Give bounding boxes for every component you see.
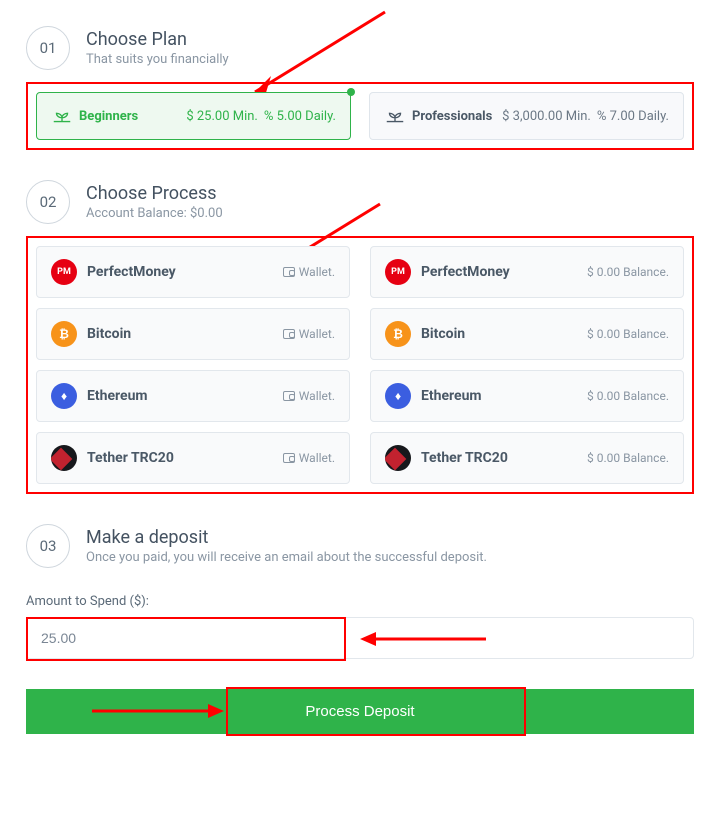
- processor-card-bitcoin-wallet[interactable]: ₿ Bitcoin Wallet.: [36, 308, 350, 360]
- processor-card-ethereum-balance[interactable]: ♦ Ethereum $ 0.00 Balance.: [370, 370, 684, 422]
- processor-card-tether-wallet[interactable]: Tether TRC20 Wallet.: [36, 432, 350, 484]
- processor-card-tether-balance[interactable]: Tether TRC20 $ 0.00 Balance.: [370, 432, 684, 484]
- amount-label: Amount to Spend ($):: [26, 594, 694, 609]
- step-number-2: 02: [26, 180, 70, 224]
- submit-row: Process Deposit: [26, 689, 694, 734]
- step-3-subtitle: Once you paid, you will receive an email…: [86, 550, 487, 565]
- step-1-subtitle: That suits you financially: [86, 52, 229, 67]
- processor-balance: $ 0.00 Balance.: [587, 327, 669, 341]
- ethereum-icon: ♦: [385, 383, 411, 409]
- processor-name: Ethereum: [421, 388, 577, 404]
- processor-balance: $ 0.00 Balance.: [587, 389, 669, 403]
- plant-icon: [51, 105, 73, 127]
- plans-container: Beginners $ 25.00 Min. % 5.00 Daily. Pro…: [26, 82, 694, 150]
- processor-card-ethereum-wallet[interactable]: ♦ Ethereum Wallet.: [36, 370, 350, 422]
- processor-card-bitcoin-balance[interactable]: ₿ Bitcoin $ 0.00 Balance.: [370, 308, 684, 360]
- processors-container: PM PerfectMoney Wallet. PM PerfectMoney …: [26, 236, 694, 494]
- processor-tag: Wallet.: [283, 389, 335, 403]
- step-number-1: 01: [26, 26, 70, 70]
- step-1-title: Choose Plan: [86, 29, 229, 51]
- step-1-header: 01 Choose Plan That suits you financiall…: [26, 26, 694, 70]
- wallet-icon: [283, 267, 295, 277]
- plan-name: Beginners: [79, 109, 180, 124]
- processor-balance: $ 0.00 Balance.: [587, 451, 669, 465]
- amount-group: [26, 617, 694, 659]
- processor-name: Bitcoin: [421, 326, 577, 342]
- perfectmoney-icon: PM: [385, 259, 411, 285]
- wallet-icon: [283, 453, 295, 463]
- processor-name: Bitcoin: [87, 326, 273, 342]
- processor-tag: Wallet.: [283, 265, 335, 279]
- plan-min: $ 25.00 Min.: [186, 109, 258, 124]
- plant-icon: [384, 105, 406, 127]
- plan-card-professionals[interactable]: Professionals $ 3,000.00 Min. % 7.00 Dai…: [369, 92, 684, 140]
- wallet-icon: [283, 391, 295, 401]
- processor-name: PerfectMoney: [421, 264, 577, 280]
- processor-tag: Wallet.: [283, 451, 335, 465]
- bitcoin-icon: ₿: [51, 321, 77, 347]
- step-2-header: 02 Choose Process Account Balance: $0.00: [26, 180, 694, 224]
- perfectmoney-icon: PM: [51, 259, 77, 285]
- tether-icon: [51, 445, 77, 471]
- processor-name: Tether TRC20: [87, 450, 273, 466]
- processor-tag: Wallet.: [283, 327, 335, 341]
- step-number-3: 03: [26, 524, 70, 568]
- wallet-icon: [283, 329, 295, 339]
- step-2-subtitle: Account Balance: $0.00: [86, 206, 223, 221]
- step-2-title: Choose Process: [86, 183, 223, 205]
- plan-name: Professionals: [412, 109, 496, 124]
- plan-min: $ 3,000.00 Min.: [502, 109, 591, 124]
- processor-name: Tether TRC20: [421, 450, 577, 466]
- processor-balance: $ 0.00 Balance.: [587, 265, 669, 279]
- processor-card-perfectmoney-wallet[interactable]: PM PerfectMoney Wallet.: [36, 246, 350, 298]
- processor-card-perfectmoney-balance[interactable]: PM PerfectMoney $ 0.00 Balance.: [370, 246, 684, 298]
- plan-daily: % 7.00 Daily.: [597, 109, 669, 124]
- process-deposit-button[interactable]: Process Deposit: [26, 689, 694, 734]
- tether-icon: [385, 445, 411, 471]
- plan-daily: % 5.00 Daily.: [264, 109, 336, 124]
- processor-name: PerfectMoney: [87, 264, 273, 280]
- processor-name: Ethereum: [87, 388, 273, 404]
- step-3-header: 03 Make a deposit Once you paid, you wil…: [26, 524, 694, 568]
- bitcoin-icon: ₿: [385, 321, 411, 347]
- step-3-title: Make a deposit: [86, 527, 487, 549]
- amount-input[interactable]: [26, 617, 694, 659]
- ethereum-icon: ♦: [51, 383, 77, 409]
- plan-card-beginners[interactable]: Beginners $ 25.00 Min. % 5.00 Daily.: [36, 92, 351, 140]
